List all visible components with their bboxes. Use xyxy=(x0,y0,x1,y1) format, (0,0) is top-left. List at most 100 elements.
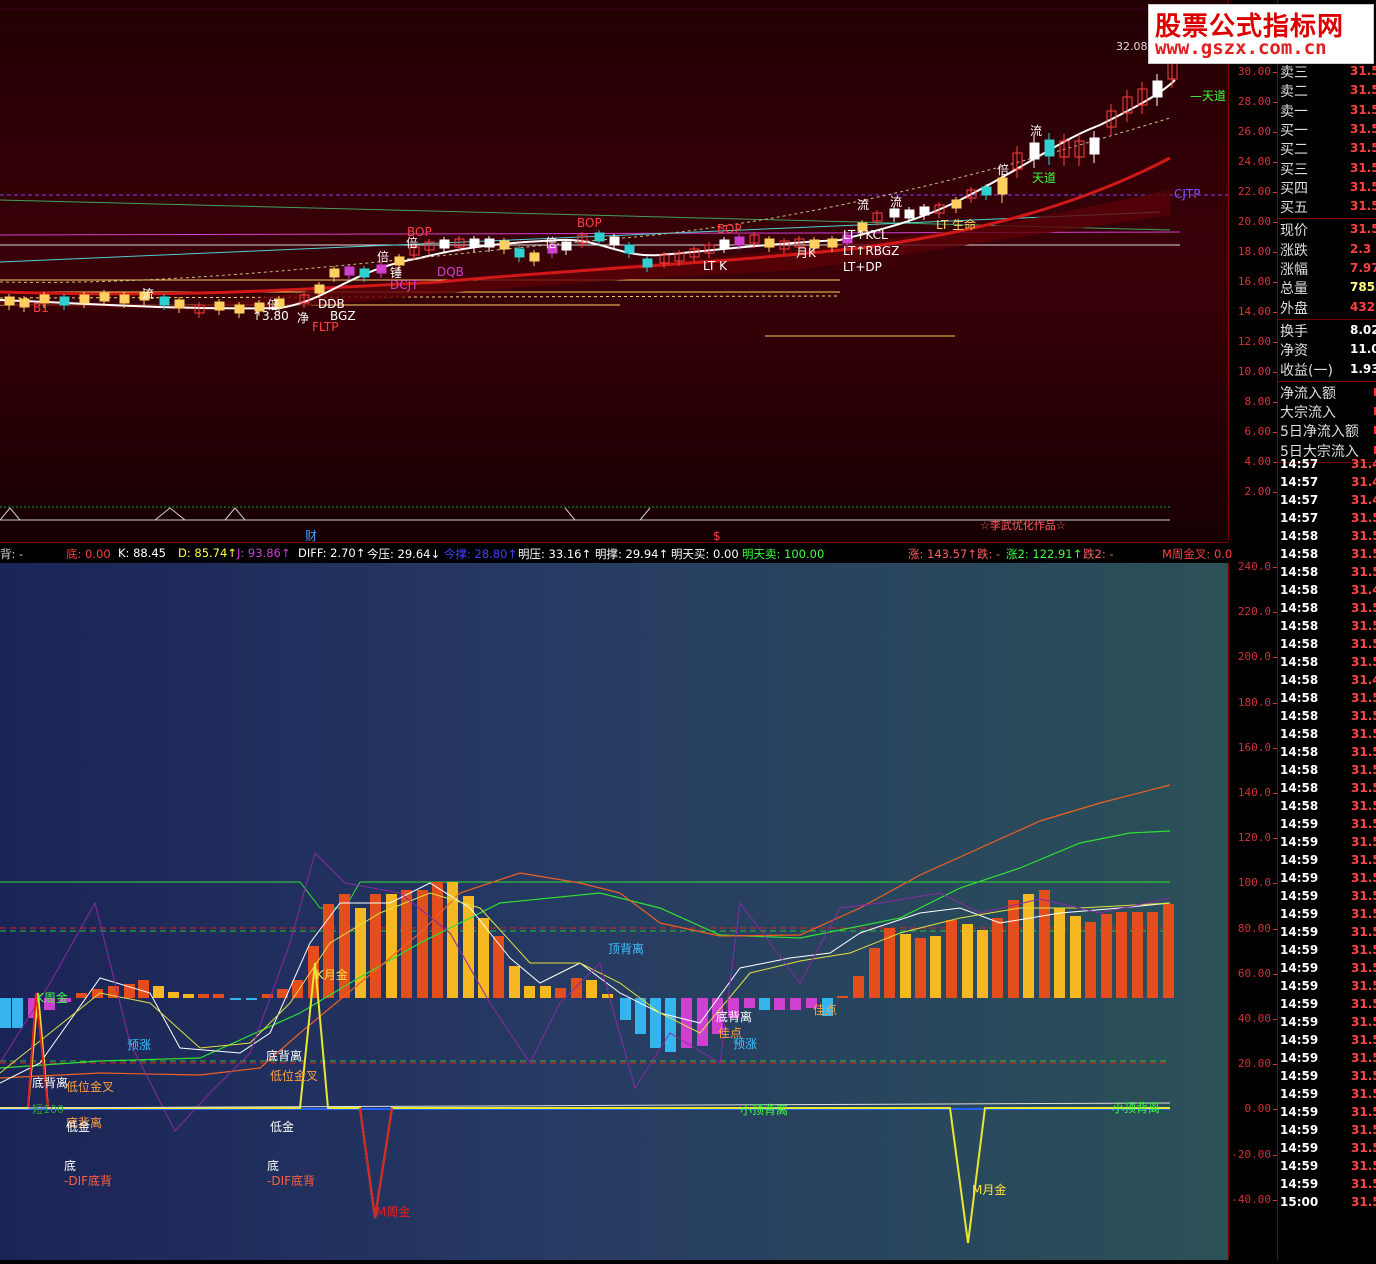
price-chart[interactable]: 32.08 —天道 天道 CJTP ☆李武优化作品☆ 财 $ BOP BOP B… xyxy=(0,0,1228,543)
indicator-bar xyxy=(153,986,164,998)
tick-price: 31.5 xyxy=(1351,1177,1376,1191)
indicator-bar xyxy=(1008,900,1019,998)
indicator-axis-tick: 240.0 xyxy=(1237,560,1278,573)
indicator-bar xyxy=(76,993,87,998)
indicator-bar xyxy=(432,882,443,998)
candle-body xyxy=(59,296,70,306)
quote-value: 31.5 xyxy=(1350,83,1376,98)
indicator-bar xyxy=(1116,912,1127,998)
quote-label: 卖二 xyxy=(1280,84,1308,101)
tick-price: 31.5 xyxy=(1351,781,1376,795)
price-axis-tick: 28.00 xyxy=(1237,95,1278,108)
tick-row: 14:58 31.5 xyxy=(1280,745,1376,763)
indicator-bar xyxy=(1101,914,1112,998)
tick-row: 14:59 31.5 xyxy=(1280,1015,1376,1033)
candle-body xyxy=(159,296,170,306)
tick-row: 14:59 31.5 xyxy=(1280,997,1376,1015)
quote-value: 31.5 xyxy=(1350,160,1376,175)
candle-body xyxy=(919,206,930,216)
tick-row: 14:58 31.5 xyxy=(1280,763,1376,781)
tick-row: 14:59 31.5 xyxy=(1280,979,1376,997)
low-golden-cross-2: 低位金叉 xyxy=(270,1069,319,1083)
candle-body xyxy=(1029,142,1040,160)
quote-value: 11.0 xyxy=(1350,342,1376,357)
indicator-value: 涨2: 122.91↑ xyxy=(1006,547,1083,561)
tick-price: 31.5 xyxy=(1351,763,1376,777)
quote-label: 现价 xyxy=(1280,223,1308,240)
tick-time: 14:58 xyxy=(1280,709,1319,723)
indicator-bar xyxy=(774,998,785,1010)
tick-price: 31.5 xyxy=(1351,817,1376,831)
indicator-bar xyxy=(1163,904,1174,998)
tick-time: 14:59 xyxy=(1280,1051,1319,1065)
quote-row: 买一 31.5 xyxy=(1280,120,1376,139)
indicator-value: 明撑: 29.94↑ xyxy=(595,547,669,561)
tick-time: 14:59 xyxy=(1280,817,1319,831)
low-golden-cross-1: 低位金叉 xyxy=(66,1080,115,1094)
indicator-bar xyxy=(1147,912,1158,998)
tick-time: 14:59 xyxy=(1280,835,1319,849)
tiandao-label: —天道 xyxy=(1190,89,1227,103)
candle-body xyxy=(624,244,635,254)
bgz-label: BGZ xyxy=(330,309,356,323)
indicator-bar xyxy=(246,998,257,1000)
indicator-values-bar: 背: - 底: 0.00 K: 88.45 D: 85.74↑ J: 93.86↑ DIF… xyxy=(0,542,1232,565)
indicator-value: M周金叉: 0.0 xyxy=(1162,547,1233,561)
indicator-axis-tick: 160.0 xyxy=(1237,740,1278,754)
panel-separator xyxy=(1278,318,1376,320)
candle-body xyxy=(609,236,620,246)
tick-time: 14:59 xyxy=(1280,925,1319,939)
small-top-divergence-2: 小顶背离 xyxy=(1112,1101,1161,1115)
indicator-axis-tick: -40.00 xyxy=(1231,1192,1277,1206)
tick-row: 14:59 31.5 xyxy=(1280,961,1376,979)
tick-row: 14:59 31.5 xyxy=(1280,1087,1376,1105)
tick-row: 14:59 31.5 xyxy=(1280,1069,1376,1087)
candle-body xyxy=(174,299,185,309)
dif-divergence-1: -DIF底背 xyxy=(64,1174,113,1188)
indicator-bar xyxy=(930,936,941,998)
candle-body xyxy=(376,264,387,274)
tick-time: 14:58 xyxy=(1280,745,1319,759)
quote-row: 买三 31.5 xyxy=(1280,159,1376,178)
indicator-bar xyxy=(555,988,566,998)
bei-label-4: 倍 xyxy=(545,236,558,250)
indicator-axis-tick: 20.00 xyxy=(1237,1057,1278,1071)
indicator-chart[interactable]: K周金 底背离 低位金叉 底背离 底背离 底背离 低金 低金 预涨 预涨 K月金… xyxy=(0,563,1228,1260)
candle-body xyxy=(997,177,1008,195)
quote-label: 买五 xyxy=(1280,200,1308,217)
bei-label-2: 倍 xyxy=(377,250,390,264)
tick-row: 14:59 31.5 xyxy=(1280,871,1376,889)
indicator-bar xyxy=(915,938,926,998)
quote-value: 31.5 xyxy=(1350,179,1376,194)
quote-row: 换手 8.02 xyxy=(1280,321,1376,340)
tick-time: 14:58 xyxy=(1280,691,1319,705)
indicator-bar xyxy=(213,994,224,998)
quote-label: 收益(一) xyxy=(1280,362,1333,379)
tick-price: 31.5 xyxy=(1351,1123,1376,1137)
tick-price: 31.5 xyxy=(1351,1069,1376,1083)
candle-body xyxy=(1044,139,1055,157)
indicator-axis-tick: 0.00 xyxy=(1244,1102,1277,1116)
indicator-axis-tick: -20.00 xyxy=(1231,1147,1277,1161)
quote-label: 大宗流入 xyxy=(1280,405,1336,422)
quote-row: 大宗流入 xyxy=(1280,402,1376,421)
candle-body xyxy=(642,258,653,268)
candle-body xyxy=(314,284,325,294)
candle-body xyxy=(1089,137,1100,155)
price-axis-tick: 22.00 xyxy=(1237,185,1278,198)
tick-price: 31.5 xyxy=(1351,1033,1376,1047)
tick-row: 14:57 31.4 xyxy=(1280,475,1376,493)
tick-time: 14:57 xyxy=(1280,511,1319,525)
indicator-bar xyxy=(12,998,23,1028)
m-week-label: M周金 xyxy=(376,1205,411,1219)
quote-row: 卖一 31.5 xyxy=(1280,101,1376,120)
indicator-axis-tick: 140.0 xyxy=(1237,786,1278,799)
quote-row: 收益(一) 1.93 xyxy=(1280,360,1376,379)
candle-body xyxy=(119,294,130,304)
price-axis-tick: 2.00 xyxy=(1244,485,1277,498)
quote-row: 买四 31.5 xyxy=(1280,178,1376,197)
high-price-label: 32.08 xyxy=(1116,40,1148,53)
tick-row: 14:57 31.4 xyxy=(1280,457,1376,475)
candle-body xyxy=(529,252,540,262)
tick-time: 14:59 xyxy=(1280,979,1319,993)
